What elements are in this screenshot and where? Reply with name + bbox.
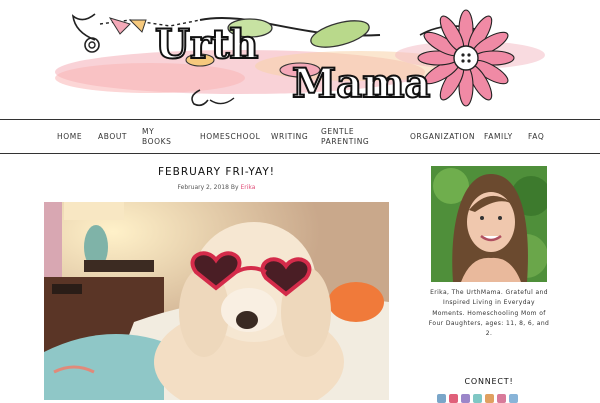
author-bio: Erika, The UrthMama. Grateful and Inspir… [428, 289, 550, 338]
nav-item-about[interactable]: ABOUT [98, 120, 127, 153]
connect-heading: CONNECT! [464, 377, 514, 386]
nav-label: HOME [57, 131, 83, 141]
social-icon[interactable] [509, 394, 518, 403]
main-nav: HOME ABOUT MY BOOKS HOMESCHOOL WRITING G… [0, 119, 600, 154]
nav-label: WRITING [271, 131, 309, 141]
logo-word-urth: Urth [155, 21, 259, 68]
post-date: February 2, 2018 [177, 184, 229, 191]
nav-label: HOMESCHOOL [200, 131, 261, 141]
nav-item-faq[interactable]: FAQ [528, 120, 544, 153]
social-icon[interactable] [473, 394, 482, 403]
nav-label-line1: GENTLE [321, 127, 355, 137]
site-logo[interactable]: Urth Mama [0, 0, 600, 118]
nav-label: ORGANIZATION [410, 131, 476, 141]
nav-label: ABOUT [98, 131, 128, 141]
nav-label-line2: PARENTING [321, 136, 370, 146]
site-header: Urth Mama [0, 0, 600, 118]
nav-item-my-books[interactable]: MY BOOKS [142, 120, 178, 153]
logo-word-mama: Mama [292, 60, 430, 107]
post-by: By [230, 184, 239, 191]
nav-item-writing[interactable]: WRITING [271, 120, 308, 153]
nav-label-line1: MY [142, 127, 155, 137]
nav-item-homeschool[interactable]: HOMESCHOOL [200, 120, 260, 153]
nav-item-home[interactable]: HOME [57, 120, 82, 153]
nav-item-organization[interactable]: ORGANIZATION [410, 120, 475, 153]
nav-label: FAMILY [484, 131, 513, 141]
social-icon[interactable] [449, 394, 458, 403]
nav-item-gentle-parenting[interactable]: GENTLE PARENTING [321, 120, 369, 153]
nav-label-line2: BOOKS [142, 136, 172, 146]
social-icon[interactable] [461, 394, 470, 403]
nav-item-family[interactable]: FAMILY [484, 120, 513, 153]
social-icon[interactable] [437, 394, 446, 403]
post-meta: February 2, 2018 By Erika [44, 184, 389, 191]
post-title[interactable]: FEBRUARY FRI-YAY! [44, 166, 389, 178]
post-author-link[interactable]: Erika [240, 184, 255, 191]
social-icon[interactable] [485, 394, 494, 403]
author-portrait-photo[interactable] [431, 166, 547, 282]
social-icon[interactable] [497, 394, 506, 403]
social-icons [437, 394, 518, 403]
dog-with-heart-sunglasses-photo[interactable] [44, 202, 389, 400]
nav-label: FAQ [528, 131, 545, 141]
